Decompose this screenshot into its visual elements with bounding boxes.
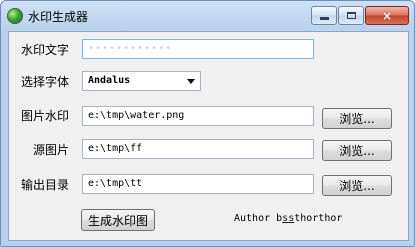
minimize-icon (319, 17, 329, 20)
close-button[interactable]: × (365, 6, 409, 25)
window-title: 水印生成器 (28, 10, 89, 24)
maximize-button[interactable] (338, 6, 364, 25)
title-bar[interactable]: 水印生成器 × (1, 1, 414, 31)
app-window: 水印生成器 × 水印文字 •••••••••••• 选择字体 Andalus 图… (0, 0, 415, 247)
globe-icon (7, 8, 23, 24)
author-credit: Author bssthorthor (234, 213, 342, 224)
chevron-down-icon (187, 79, 195, 84)
watermark-text-label: 水印文字 (21, 43, 70, 57)
image-watermark-label: 图片水印 (21, 109, 70, 123)
output-dir-input[interactable]: e:\tmp\tt (82, 174, 314, 194)
font-select-value: Andalus (88, 75, 131, 86)
output-dir-label: 输出目录 (21, 178, 70, 192)
minimize-button[interactable] (311, 6, 337, 25)
source-image-label: 源图片 (33, 143, 70, 157)
font-select[interactable]: Andalus (82, 71, 201, 91)
watermark-text-value: •••••••••••• (88, 43, 173, 54)
image-watermark-input[interactable]: e:\tmp\water.png (82, 106, 314, 126)
browse-source-button[interactable]: 浏览... (322, 140, 392, 161)
maximize-icon (346, 12, 356, 19)
browse-watermark-button[interactable]: 浏览... (322, 108, 392, 129)
author-suffix: thorthor (294, 213, 343, 224)
close-icon: × (381, 8, 393, 23)
author-prefix: Author b (234, 213, 283, 224)
form-panel: 水印文字 •••••••••••• 选择字体 Andalus 图片水印 e:\t… (8, 31, 409, 241)
generate-button[interactable]: 生成水印图 (81, 209, 155, 231)
watermark-text-input[interactable]: •••••••••••• (82, 39, 314, 59)
browse-output-button[interactable]: 浏览... (322, 175, 392, 196)
font-label: 选择字体 (21, 75, 70, 89)
author-link[interactable]: ss (282, 213, 294, 224)
source-image-input[interactable]: e:\tmp\ff (82, 139, 314, 159)
